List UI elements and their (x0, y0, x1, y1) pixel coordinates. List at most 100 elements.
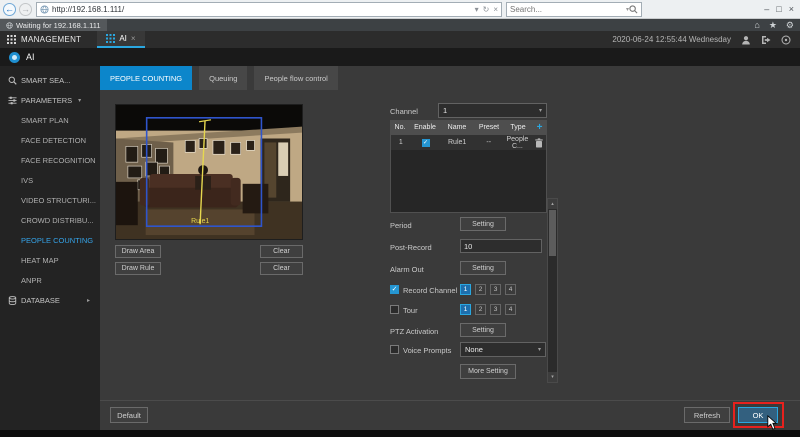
ok-button[interactable]: OK (738, 407, 778, 423)
refresh-icon[interactable]: ↻ (483, 5, 490, 14)
draw-area-button[interactable]: Draw Area (115, 245, 161, 258)
caret-down-icon: ▾ (78, 97, 81, 104)
favorites-star-icon[interactable]: ★ (769, 20, 777, 31)
more-setting-button[interactable]: More Setting (460, 364, 516, 379)
tour-channel-4[interactable]: 4 (505, 304, 516, 315)
record-channel-4[interactable]: 4 (505, 284, 516, 295)
clear-area-button[interactable]: Clear (260, 245, 303, 258)
add-rule-button[interactable]: + (532, 122, 547, 133)
sidebar-item-smart-search[interactable]: SMART SEA... (0, 70, 100, 90)
col-preset: Preset (474, 124, 504, 131)
tab-people-flow-control[interactable]: People flow control (254, 66, 337, 90)
minimize-icon[interactable]: – (764, 4, 769, 14)
search-input[interactable] (510, 5, 626, 14)
tour-label: Tour (403, 306, 418, 315)
forward-button[interactable]: → (19, 3, 32, 16)
sidebar-item-parameters[interactable]: PARAMETERS ▾ (0, 90, 100, 110)
col-type: Type (504, 124, 532, 131)
scroll-up-button[interactable]: ▴ (548, 199, 557, 209)
sidebar-item-label: PARAMETERS (21, 96, 72, 105)
rules-table-header: No. Enable Name Preset Type + (390, 120, 547, 135)
parameters-icon (8, 96, 17, 105)
clear-rule-button[interactable]: Clear (260, 262, 303, 275)
sidebar-item-label: FACE RECOGNITION (21, 156, 96, 165)
tour-channel-3[interactable]: 3 (490, 304, 501, 315)
sidebar-item-label: IVS (21, 176, 33, 185)
channel-label: Channel (390, 107, 418, 116)
forward-icon: → (21, 5, 30, 14)
tab-ai[interactable]: AI × (97, 31, 144, 48)
record-channel-2[interactable]: 2 (475, 284, 486, 295)
close-icon[interactable]: × (789, 4, 794, 14)
settings-gear-icon[interactable]: ⚙ (786, 20, 794, 31)
sidebar-item-anpr[interactable]: ANPR (0, 270, 100, 290)
browser-tab[interactable]: Waiting for 192.168.1.111 (0, 19, 107, 31)
cell-actions (531, 138, 546, 148)
home-icon[interactable]: ⌂ (754, 20, 759, 31)
sidebar-item-face-recognition[interactable]: FACE RECOGNITION (0, 150, 100, 170)
tour-channel-2[interactable]: 2 (475, 304, 486, 315)
scroll-down-button[interactable]: ▾ (548, 372, 557, 382)
back-button[interactable]: ← (3, 3, 16, 16)
help-circle-icon[interactable] (781, 35, 791, 45)
record-channel-3[interactable]: 3 (490, 284, 501, 295)
sidebar-item-database[interactable]: DATABASE ▸ (0, 290, 100, 310)
stop-icon[interactable]: × (493, 5, 498, 14)
sidebar-item-heat-map[interactable]: HEAT MAP (0, 250, 100, 270)
search-icon[interactable] (629, 5, 638, 14)
sidebar-item-ivs[interactable]: IVS (0, 170, 100, 190)
sidebar-item-label: DATABASE (21, 296, 60, 305)
sidebar-item-label: HEAT MAP (21, 256, 59, 265)
record-channel-checkbox[interactable]: ✓ (390, 285, 399, 294)
cell-preset: -- (474, 139, 504, 146)
sidebar-item-smart-plan[interactable]: SMART PLAN (0, 110, 100, 130)
table-row[interactable]: 1 ✓ Rule1 -- People C... (391, 135, 546, 151)
sidebar-item-label: ANPR (21, 276, 42, 285)
chevron-down-icon: ▾ (539, 107, 542, 114)
tour-checkbox[interactable] (390, 305, 399, 314)
alarm-out-setting-button[interactable]: Setting (460, 261, 506, 275)
delete-rule-icon[interactable] (535, 138, 543, 148)
record-channel-1[interactable]: 1 (460, 284, 471, 295)
maximize-icon[interactable]: □ (776, 4, 781, 14)
browser-tab-title: Waiting for 192.168.1.111 (16, 21, 101, 30)
post-record-input[interactable] (460, 239, 542, 253)
user-icon[interactable] (741, 35, 751, 45)
draw-rule-button[interactable]: Draw Rule (115, 262, 161, 275)
sidebar-item-label: VIDEO STRUCTURI... (21, 196, 96, 205)
sidebar-item-label: SMART PLAN (21, 116, 69, 125)
footer-divider (100, 400, 800, 401)
search-box[interactable]: ▾ (506, 2, 642, 17)
default-button[interactable]: Default (110, 407, 148, 423)
channel-dropdown[interactable]: 1 ▾ (438, 103, 547, 118)
refresh-button[interactable]: Refresh (684, 407, 730, 423)
ptz-setting-button[interactable]: Setting (460, 323, 506, 337)
enable-checkbox[interactable]: ✓ (422, 139, 430, 147)
form-scrollbar[interactable]: ▴ ▾ (547, 198, 558, 383)
cell-enable: ✓ (411, 139, 441, 147)
period-setting-button[interactable]: Setting (460, 217, 506, 231)
voice-prompts-dropdown[interactable]: None ▾ (460, 342, 546, 357)
col-enable: Enable (410, 124, 440, 131)
camera-preview[interactable]: Rule1 (115, 104, 303, 240)
sidebar-item-video-structuring[interactable]: VIDEO STRUCTURI... (0, 190, 100, 210)
tab-people-counting[interactable]: PEOPLE COUNTING (100, 66, 192, 90)
ai-tab-close-icon[interactable]: × (131, 34, 136, 43)
logout-icon[interactable] (761, 35, 771, 45)
record-channel-label: Record Channel (403, 286, 457, 295)
sidebar-item-people-counting[interactable]: PEOPLE COUNTING (0, 230, 100, 250)
smart-search-icon (8, 76, 17, 85)
voice-prompts-checkbox[interactable] (390, 345, 399, 354)
col-name: Name (440, 124, 474, 131)
tab-queuing[interactable]: Queuing (199, 66, 247, 90)
autocomplete-dropdown-icon[interactable]: ▾ (475, 5, 479, 14)
scroll-down-icon: ▾ (551, 374, 554, 380)
address-bar[interactable]: http://192.168.1.111/ ▾ ↻ × (36, 2, 502, 17)
browser-tab-strip-icons: ⌂ ★ ⚙ (754, 20, 794, 31)
record-channel-buttons: 1 2 3 4 (460, 284, 516, 295)
sidebar-item-face-detection[interactable]: FACE DETECTION (0, 130, 100, 150)
sidebar-item-crowd-distribution[interactable]: CROWD DISTRIBU... (0, 210, 100, 230)
apps-grid-icon[interactable] (7, 35, 16, 44)
tour-channel-1[interactable]: 1 (460, 304, 471, 315)
scroll-thumb[interactable] (549, 210, 556, 256)
